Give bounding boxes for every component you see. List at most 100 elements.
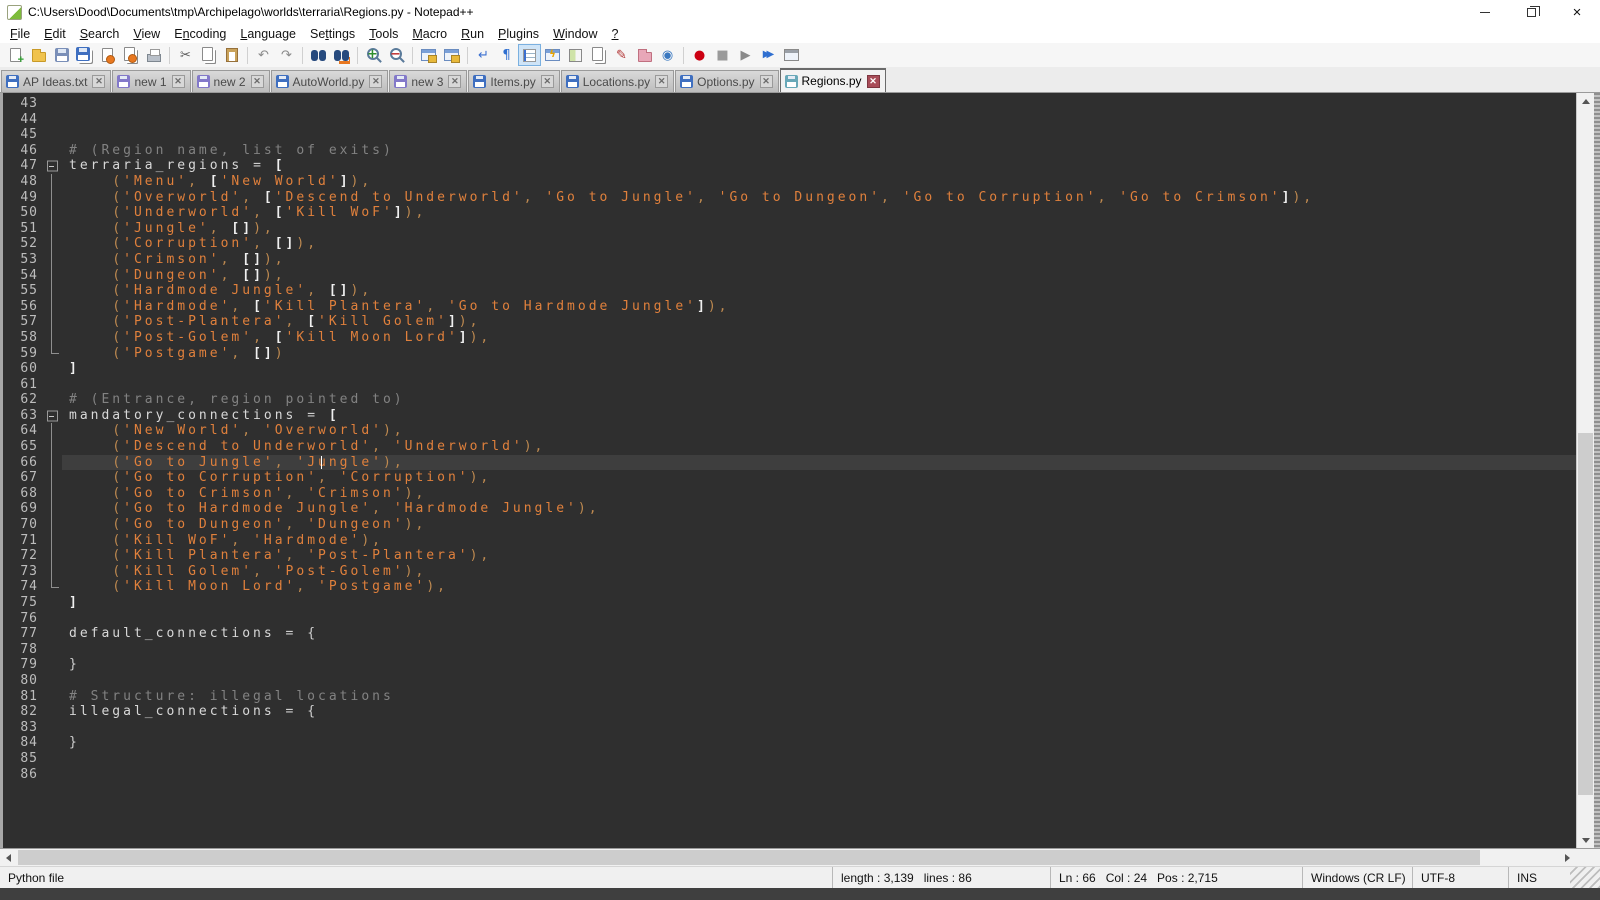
find-button[interactable]: [308, 45, 329, 65]
print-button[interactable]: [143, 45, 164, 65]
restore-button[interactable]: [1508, 0, 1554, 24]
menu-file[interactable]: File: [3, 26, 37, 42]
code-text[interactable]: ('Jungle', []),: [62, 221, 275, 237]
code-text[interactable]: ('Kill Plantera', 'Post-Plantera'),: [62, 548, 491, 564]
tab-locations-py[interactable]: Locations.py✕: [561, 70, 674, 92]
function-list-button[interactable]: ϟ: [542, 45, 563, 65]
tab-regions-py[interactable]: Regions.py✕: [780, 68, 886, 92]
undo-button[interactable]: ↶: [253, 45, 274, 65]
menu-edit[interactable]: Edit: [37, 26, 73, 42]
document-list-button[interactable]: [588, 45, 609, 65]
scroll-left-arrow[interactable]: [0, 849, 17, 866]
tab-new-3[interactable]: new 3✕: [389, 70, 467, 92]
code-text[interactable]: ('Go to Corruption', 'Corruption'),: [62, 470, 491, 486]
sync-scroll-vertical-button[interactable]: [418, 45, 439, 65]
zoom-out-button[interactable]: −: [386, 45, 407, 65]
fold-marker[interactable]: [46, 158, 62, 174]
code-text[interactable]: }: [62, 735, 80, 751]
vertical-scroll-thumb[interactable]: [1578, 433, 1593, 795]
tab-items-py[interactable]: Items.py✕: [468, 70, 559, 92]
code-text[interactable]: # (Region name, list of exits): [62, 143, 394, 159]
folder-as-workspace-button[interactable]: [634, 45, 655, 65]
code-text[interactable]: ('Kill Golem', 'Post-Golem'),: [62, 564, 426, 580]
code-text[interactable]: ('Postgame', []): [62, 346, 286, 362]
menu-macro[interactable]: Macro: [405, 26, 454, 42]
code-text[interactable]: default_connections = {: [62, 626, 318, 642]
code-text[interactable]: ('Post-Plantera', ['Kill Golem']),: [62, 314, 480, 330]
code-text[interactable]: ('Descend to Underworld', 'Underworld'),: [62, 439, 545, 455]
code-text[interactable]: ('Underworld', ['Kill WoF']),: [62, 205, 426, 221]
fold-marker[interactable]: [46, 408, 62, 424]
menu-[interactable]: ?: [605, 26, 626, 42]
code-text[interactable]: ('Go to Crimson', 'Crimson'),: [62, 486, 426, 502]
document-map-button[interactable]: [565, 45, 586, 65]
code-text[interactable]: ('Overworld', ['Descend to Underworld', …: [62, 190, 1314, 206]
tab-close-icon[interactable]: ✕: [541, 75, 554, 88]
tab-new-2[interactable]: new 2✕: [192, 70, 270, 92]
zoom-in-button[interactable]: +: [363, 45, 384, 65]
menu-language[interactable]: Language: [233, 26, 303, 42]
vertical-scrollbar[interactable]: [1576, 93, 1594, 848]
code-text[interactable]: terraria_regions = [: [62, 158, 286, 174]
show-all-characters-button[interactable]: ¶: [496, 45, 517, 65]
copy-button[interactable]: [198, 45, 219, 65]
scroll-down-arrow[interactable]: [1577, 832, 1594, 848]
code-text[interactable]: ('Go to Hardmode Jungle', 'Hardmode Jung…: [62, 501, 600, 517]
tab-autoworld-py[interactable]: AutoWorld.py✕: [271, 70, 389, 92]
code-text[interactable]: [62, 767, 69, 783]
tab-close-icon[interactable]: ✕: [92, 75, 105, 88]
code-text[interactable]: }: [62, 657, 80, 673]
menu-tools[interactable]: Tools: [362, 26, 405, 42]
macro-play-button[interactable]: ▶: [735, 45, 756, 65]
menu-view[interactable]: View: [126, 26, 167, 42]
code-text[interactable]: [62, 112, 69, 128]
monitoring-eye-button[interactable]: ◉: [657, 45, 678, 65]
code-text[interactable]: # (Entrance, region pointed to): [62, 392, 405, 408]
code-text[interactable]: ('Kill Moon Lord', 'Postgame'),: [62, 579, 448, 595]
code-text[interactable]: # Structure: illegal locations: [62, 689, 394, 705]
edit-pen-button[interactable]: ✎: [611, 45, 632, 65]
tab-close-icon[interactable]: ✕: [760, 75, 773, 88]
code-text[interactable]: [62, 673, 69, 689]
code-text[interactable]: ]: [62, 595, 80, 611]
code-text[interactable]: ('Hardmode', ['Kill Plantera', 'Go to Ha…: [62, 299, 729, 315]
tab-ap-ideas-txt[interactable]: AP Ideas.txt✕: [1, 70, 111, 92]
code-text[interactable]: ('New World', 'Overworld'),: [62, 423, 405, 439]
replace-button[interactable]: [331, 45, 352, 65]
menu-search[interactable]: Search: [73, 26, 127, 42]
sync-scroll-horizontal-button[interactable]: [441, 45, 462, 65]
tab-close-icon[interactable]: ✕: [172, 75, 185, 88]
code-text[interactable]: ('Dungeon', []),: [62, 268, 286, 284]
code-text[interactable]: ('Kill WoF', 'Hardmode'),: [62, 533, 383, 549]
code-text[interactable]: ]: [62, 361, 80, 377]
code-text[interactable]: ('Post-Golem', ['Kill Moon Lord']),: [62, 330, 491, 346]
tab-options-py[interactable]: Options.py✕: [675, 70, 778, 92]
code-editor[interactable]: 43444546# (Region name, list of exits)47…: [0, 93, 1576, 848]
tab-close-icon[interactable]: ✕: [251, 75, 264, 88]
close-file-button[interactable]: [97, 45, 118, 65]
code-text[interactable]: ('Go to Jungle', 'Jungle'),: [62, 455, 405, 471]
code-text[interactable]: ('Crimson', []),: [62, 252, 286, 268]
open-file-button[interactable]: [28, 45, 49, 65]
close-button[interactable]: ×: [1554, 0, 1600, 24]
code-text[interactable]: ('Corruption', []),: [62, 236, 318, 252]
tab-close-icon[interactable]: ✕: [369, 75, 382, 88]
code-text[interactable]: ('Menu', ['New World']),: [62, 174, 372, 190]
macro-save-button[interactable]: [781, 45, 802, 65]
save-all-button[interactable]: [74, 45, 95, 65]
code-text[interactable]: [62, 611, 69, 627]
code-text[interactable]: [62, 127, 69, 143]
redo-button[interactable]: ↷: [276, 45, 297, 65]
word-wrap-button[interactable]: ↵: [473, 45, 494, 65]
tab-close-icon[interactable]: ✕: [867, 75, 880, 88]
menu-run[interactable]: Run: [454, 26, 491, 42]
menu-plugins[interactable]: Plugins: [491, 26, 546, 42]
code-text[interactable]: [62, 96, 69, 112]
code-text[interactable]: mandatory_connections = [: [62, 408, 340, 424]
minimize-button[interactable]: [1462, 0, 1508, 24]
macro-run-multiple-button[interactable]: ▶▶: [758, 45, 779, 65]
code-text[interactable]: [62, 720, 69, 736]
code-text[interactable]: [62, 377, 69, 393]
scroll-up-arrow[interactable]: [1577, 93, 1594, 109]
code-text[interactable]: [62, 642, 69, 658]
